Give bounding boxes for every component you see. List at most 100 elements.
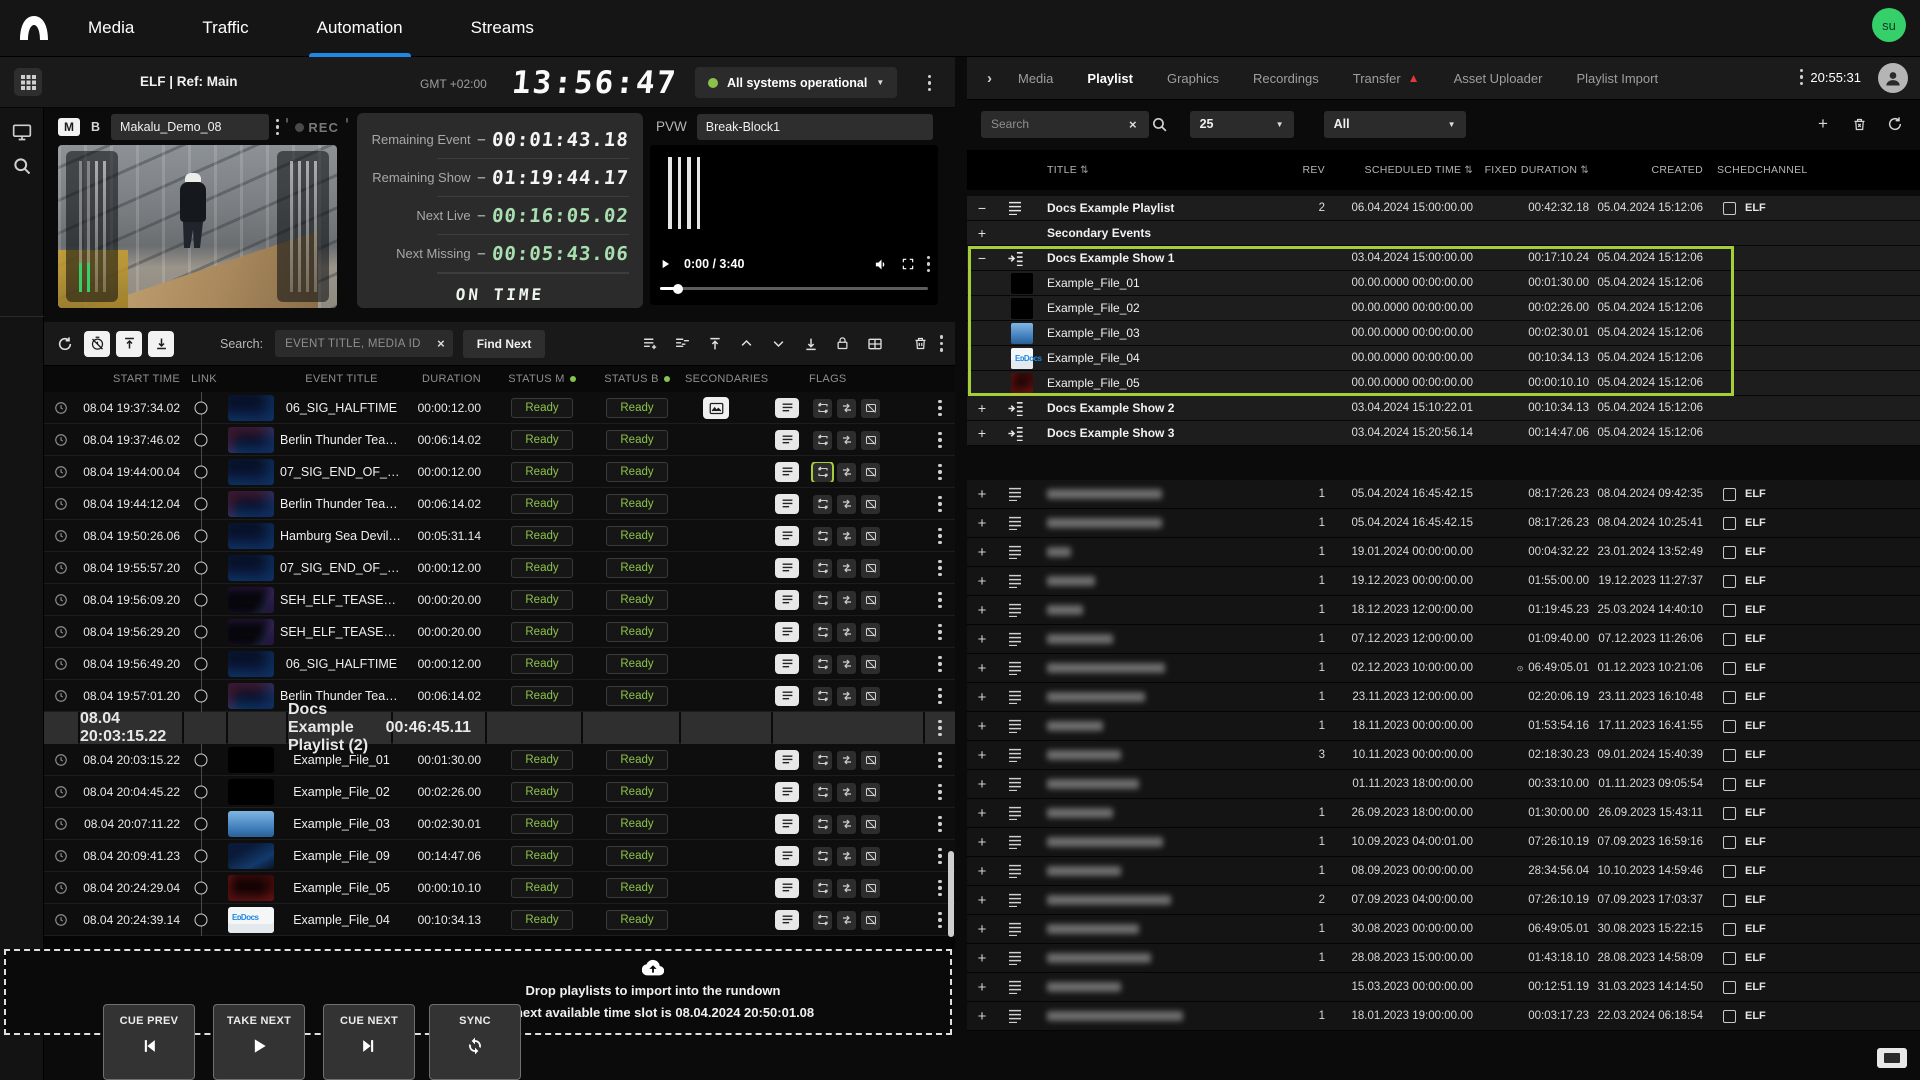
col-start-time[interactable]: START TIME	[78, 373, 180, 385]
playlist-tree-row[interactable]: + Secondary Events	[967, 221, 1920, 246]
expand-toggle[interactable]: +	[967, 921, 997, 938]
playlist-list-row[interactable]: + 1 05.04.2024 16:45:42.15 08:17:26.23 0…	[967, 509, 1920, 538]
tab-media[interactable]: Media ▲	[1018, 71, 1053, 86]
no-graphics-flag-icon[interactable]	[861, 783, 880, 802]
notes-flag-icon[interactable]	[775, 750, 799, 770]
clear-rundown-button[interactable]	[908, 331, 934, 357]
move-bottom-button[interactable]	[798, 331, 824, 357]
link-cell[interactable]	[180, 584, 222, 616]
transition-flag-icon[interactable]	[837, 911, 856, 930]
channel-checkbox[interactable]	[1723, 202, 1736, 215]
playlist-tree-row[interactable]: Example_File_03 00.00.0000 00:00:00.00 0…	[967, 321, 1920, 346]
no-graphics-flag-icon[interactable]	[861, 623, 880, 642]
delete-playlist-button[interactable]	[1848, 113, 1870, 135]
cue-prev-button[interactable]: CUE PREV	[103, 1004, 195, 1080]
expand-toggle[interactable]: +	[967, 805, 997, 822]
col-status-b[interactable]: STATUS B	[589, 373, 685, 385]
notes-flag-icon[interactable]	[775, 782, 799, 802]
loop-flag-icon[interactable]	[813, 559, 832, 578]
channel-checkbox[interactable]	[1723, 604, 1736, 617]
cue-next-button[interactable]: CUE NEXT	[323, 1004, 415, 1080]
scroll-to-top-toggle[interactable]	[116, 331, 142, 357]
tab-playlist-import[interactable]: Playlist Import ▲	[1576, 71, 1658, 86]
link-cell[interactable]	[180, 872, 222, 904]
no-graphics-flag-icon[interactable]	[861, 815, 880, 834]
expand-toggle[interactable]: +	[967, 631, 997, 648]
insert-media-button[interactable]	[862, 331, 888, 357]
system-status-dropdown[interactable]: All systems operational ▼	[695, 67, 897, 98]
expand-toggle[interactable]: +	[967, 718, 997, 735]
take-next-button[interactable]: TAKE NEXT	[213, 1004, 305, 1080]
page-size-select[interactable]: 25▼	[1190, 111, 1294, 138]
scroll-to-bottom-toggle[interactable]	[148, 331, 174, 357]
rundown-row[interactable]: 08.04 19:37:46.02 Berlin Thunder Team On…	[44, 424, 955, 456]
link-cell[interactable]	[180, 744, 222, 776]
notes-flag-icon[interactable]	[775, 654, 799, 674]
channel-checkbox[interactable]	[1723, 836, 1736, 849]
rundown-row[interactable]: 08.04 19:55:57.20 07_SIG_END_OF_3RD1 00:…	[44, 552, 955, 584]
add-playlist-button[interactable]: +	[1812, 113, 1834, 135]
rundown-row[interactable]: 08.04 19:50:26.06 Hamburg Sea Devils Tea…	[44, 520, 955, 552]
no-graphics-flag-icon[interactable]	[861, 847, 880, 866]
col-schedchannel[interactable]: SCHEDCHANNEL	[1717, 164, 1812, 176]
link-cell[interactable]	[180, 552, 222, 584]
loop-flag-icon[interactable]	[813, 815, 832, 834]
row-menu-button[interactable]	[938, 624, 941, 640]
remove-playlist-button[interactable]	[670, 331, 696, 357]
loop-flag-icon[interactable]	[813, 847, 832, 866]
row-menu-button[interactable]	[938, 880, 941, 896]
transition-flag-icon[interactable]	[837, 527, 856, 546]
lock-button[interactable]	[830, 331, 856, 357]
loop-flag-icon[interactable]	[813, 783, 832, 802]
notes-flag-icon[interactable]	[775, 494, 799, 514]
channel-checkbox[interactable]	[1723, 662, 1736, 675]
no-graphics-flag-icon[interactable]	[861, 911, 880, 930]
playlist-tree-row[interactable]: + Docs Example Show 3 03.04.2024 15:20:5…	[967, 421, 1920, 446]
col-event-title[interactable]: EVENT TITLE	[280, 373, 403, 385]
expand-toggle[interactable]: +	[967, 660, 997, 677]
channel-checkbox[interactable]	[1723, 633, 1736, 646]
channel-checkbox[interactable]	[1723, 952, 1736, 965]
expand-toggle[interactable]: +	[967, 225, 997, 241]
row-menu-button[interactable]	[938, 784, 941, 800]
rundown-row[interactable]: 08.04 19:56:49.20 06_SIG_HALFTIME 00:00:…	[44, 648, 955, 680]
search-icon[interactable]	[1151, 116, 1168, 133]
col-scheduled-time[interactable]: SCHEDULED TIME⇅	[1325, 164, 1473, 176]
col-created[interactable]: CREATED	[1589, 164, 1717, 176]
playlist-list-row[interactable]: + 3 10.11.2023 00:00:00.00 02:18:30.23 0…	[967, 741, 1920, 770]
preview-menu-button[interactable]	[927, 256, 930, 272]
loop-flag-icon[interactable]	[813, 687, 832, 706]
row-menu-button[interactable]	[938, 848, 941, 864]
refresh-list-button[interactable]	[1884, 113, 1906, 135]
expand-toggle[interactable]: +	[967, 747, 997, 764]
col-flags[interactable]: FLAGS	[775, 373, 925, 385]
channel-checkbox[interactable]	[1723, 1010, 1736, 1023]
loop-flag-icon[interactable]	[813, 431, 832, 450]
sync-button[interactable]: SYNC	[429, 1004, 521, 1080]
volume-icon[interactable]	[874, 257, 889, 272]
row-menu-button[interactable]	[938, 400, 941, 416]
row-menu-button[interactable]	[938, 528, 941, 544]
transition-flag-icon[interactable]	[837, 687, 856, 706]
col-duration[interactable]: DURATION	[403, 373, 495, 385]
loop-flag-icon[interactable]	[813, 527, 832, 546]
collapse-panel-icon[interactable]: ›	[987, 70, 992, 87]
notes-flag-icon[interactable]	[775, 462, 799, 482]
playlist-list-row[interactable]: + 1 18.01.2023 19:00:00.00 00:03:17.23 2…	[967, 1002, 1920, 1031]
col-status-m[interactable]: STATUS M	[495, 373, 589, 385]
find-next-button[interactable]: Find Next	[463, 330, 546, 358]
playlist-tree-row[interactable]: Example_File_04 00.00.0000 00:00:00.00 0…	[967, 346, 1920, 371]
playlist-list-row[interactable]: + 1 30.08.2023 00:00:00.00 06:49:05.01 3…	[967, 915, 1920, 944]
row-menu-button[interactable]	[938, 816, 941, 832]
playlist-list-row[interactable]: + 1 18.11.2023 00:00:00.00 01:53:54.16 1…	[967, 712, 1920, 741]
col-title[interactable]: TITLE⇅	[1033, 164, 1265, 176]
no-graphics-flag-icon[interactable]	[861, 879, 880, 898]
expand-toggle[interactable]: +	[967, 776, 997, 793]
expand-toggle[interactable]: +	[967, 689, 997, 706]
no-graphics-flag-icon[interactable]	[861, 751, 880, 770]
loop-flag-icon[interactable]	[813, 623, 832, 642]
move-down-button[interactable]	[766, 331, 792, 357]
link-cell[interactable]	[180, 648, 222, 680]
row-menu-button[interactable]	[938, 912, 941, 928]
expand-toggle[interactable]: +	[967, 486, 997, 503]
